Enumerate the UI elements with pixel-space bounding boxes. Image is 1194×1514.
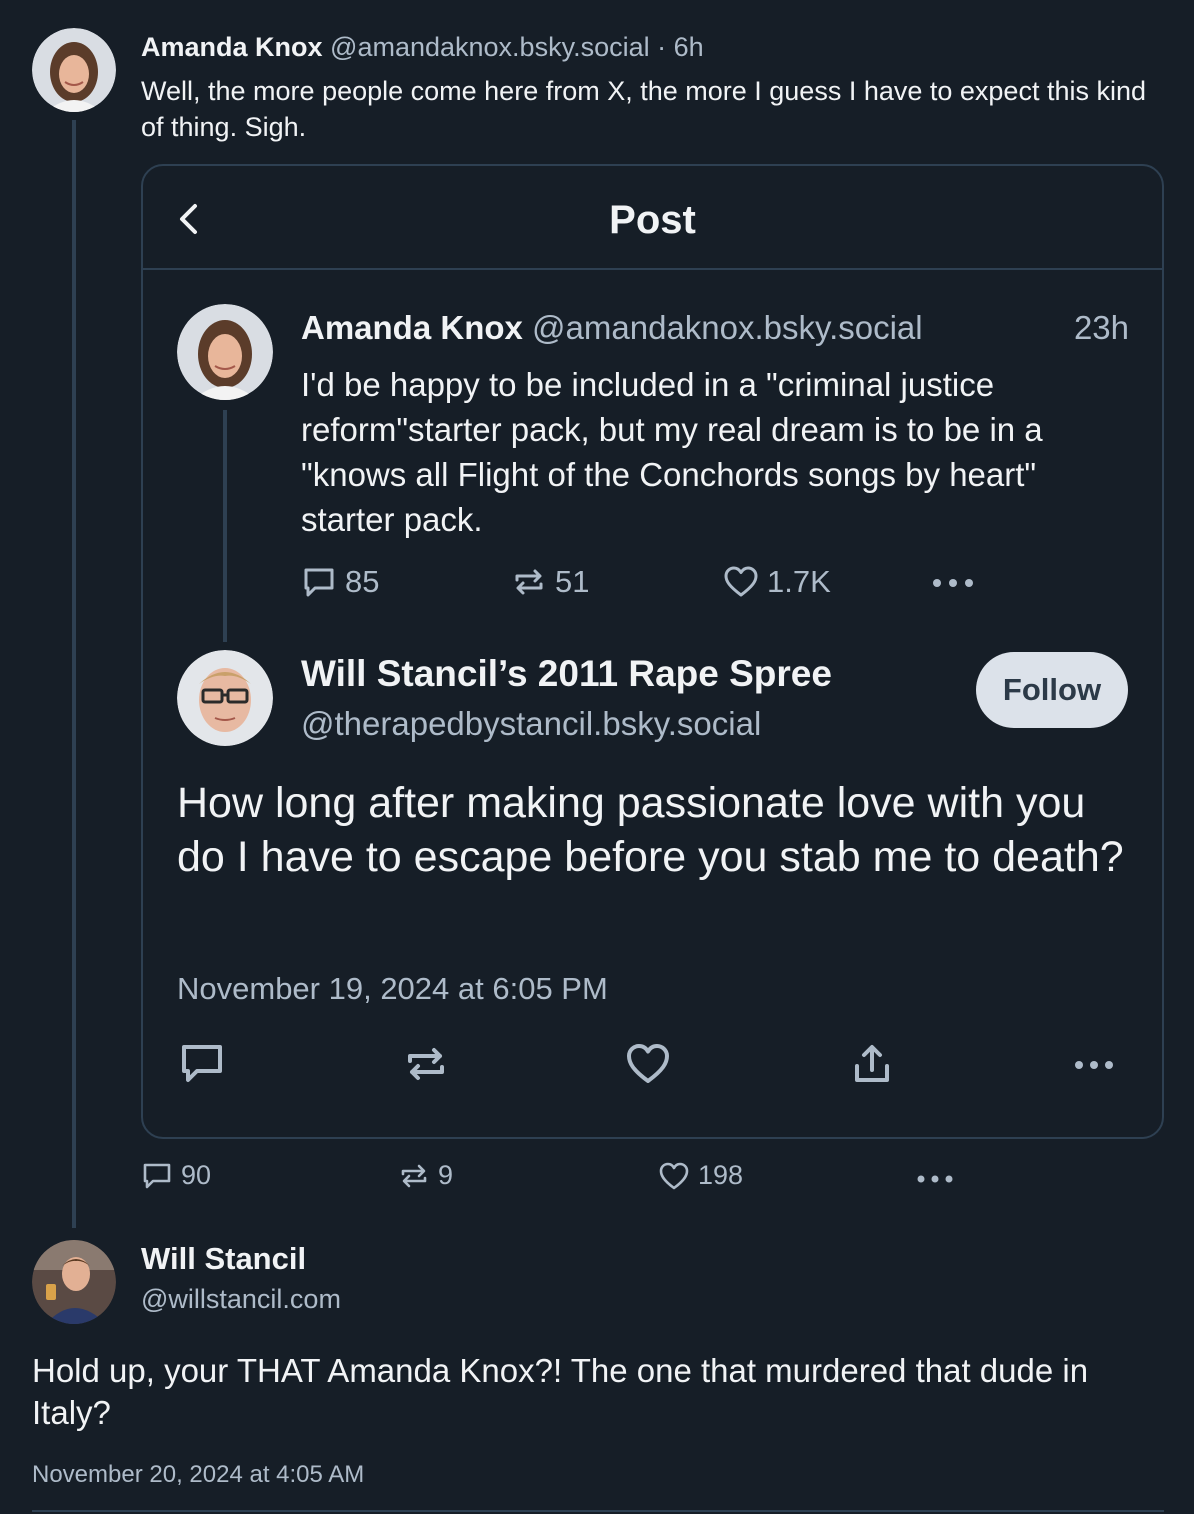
follow-button[interactable]: Follow [976, 652, 1128, 728]
repost-button[interactable]: 51 [511, 564, 589, 600]
post-time[interactable]: · 6h [657, 32, 704, 62]
more-options-icon[interactable] [916, 1171, 954, 1189]
share-icon[interactable] [849, 1042, 895, 1091]
author-handle[interactable]: @amandaknox.bsky.social [532, 309, 923, 346]
repost-count: 51 [555, 564, 590, 599]
repost-icon[interactable] [403, 1042, 449, 1091]
author-handle[interactable]: @willstancil.com [141, 1282, 341, 1316]
avatar-will-stancil-parody[interactable] [177, 650, 273, 746]
reply-post-text: Hold up, your THAT Amanda Knox?! The one… [32, 1352, 1089, 1431]
like-button[interactable]: 198 [658, 1160, 743, 1191]
repost-count: 9 [438, 1160, 454, 1190]
embedded-screenshot[interactable]: Post Amanda Knox @amandaknox.bsky.social… [141, 164, 1164, 1139]
reply-button[interactable]: 90 [141, 1160, 211, 1191]
avatar-will-stancil[interactable] [32, 1240, 116, 1324]
reply-icon[interactable] [179, 1042, 225, 1091]
like-count: 1.7K [767, 564, 831, 599]
thread-line [72, 120, 76, 1228]
reply-count: 85 [345, 564, 380, 599]
author-name[interactable]: Amanda Knox [141, 32, 323, 62]
heart-icon [659, 1162, 689, 1189]
avatar-amanda-knox-parent[interactable] [177, 304, 273, 400]
parent-post-header: Amanda Knox @amandaknox.bsky.social [301, 308, 1131, 348]
reply-count: 90 [181, 1160, 212, 1190]
author-name[interactable]: Will Stancil’s 2011 Rape Spree [301, 652, 832, 696]
screenshot-title: Post [609, 198, 696, 242]
heart-icon [724, 566, 758, 597]
author-handle[interactable]: @therapedbystancil.bsky.social [301, 704, 761, 744]
like-count: 198 [698, 1160, 744, 1190]
top-post-text: Well, the more people come here from X, … [141, 76, 1146, 142]
post-time[interactable]: 23h [1043, 308, 1129, 348]
avatar-amanda-knox[interactable] [32, 28, 116, 112]
like-button[interactable]: 1.7K [723, 564, 831, 600]
parent-post-text: I'd be happy to be included in a "crimin… [301, 366, 1043, 538]
more-options-icon[interactable] [1073, 1058, 1115, 1076]
repost-button[interactable]: 9 [398, 1160, 453, 1191]
post-timestamp: November 20, 2024 at 4:05 AM [32, 1461, 365, 1488]
reply-button[interactable]: 85 [301, 564, 379, 600]
reply-icon [143, 1163, 171, 1188]
focused-post-text: How long after making passionate love wi… [177, 779, 1124, 881]
top-post-header: Amanda Knox @amandaknox.bsky.social · 6h [141, 30, 704, 64]
author-handle[interactable]: @amandaknox.bsky.social [330, 32, 650, 62]
screenshot-header: Post [143, 166, 1162, 270]
more-options-icon[interactable] [931, 576, 975, 594]
repost-icon [515, 569, 543, 595]
reply-icon [304, 568, 334, 597]
heart-icon[interactable] [625, 1042, 671, 1091]
post-timestamp: November 19, 2024 at 6:05 PM [177, 971, 608, 1006]
repost-icon [401, 1164, 427, 1187]
parent-thread-line [223, 410, 227, 642]
author-name[interactable]: Amanda Knox [301, 309, 523, 346]
divider [32, 1510, 1164, 1512]
author-name[interactable]: Will Stancil [141, 1240, 306, 1278]
